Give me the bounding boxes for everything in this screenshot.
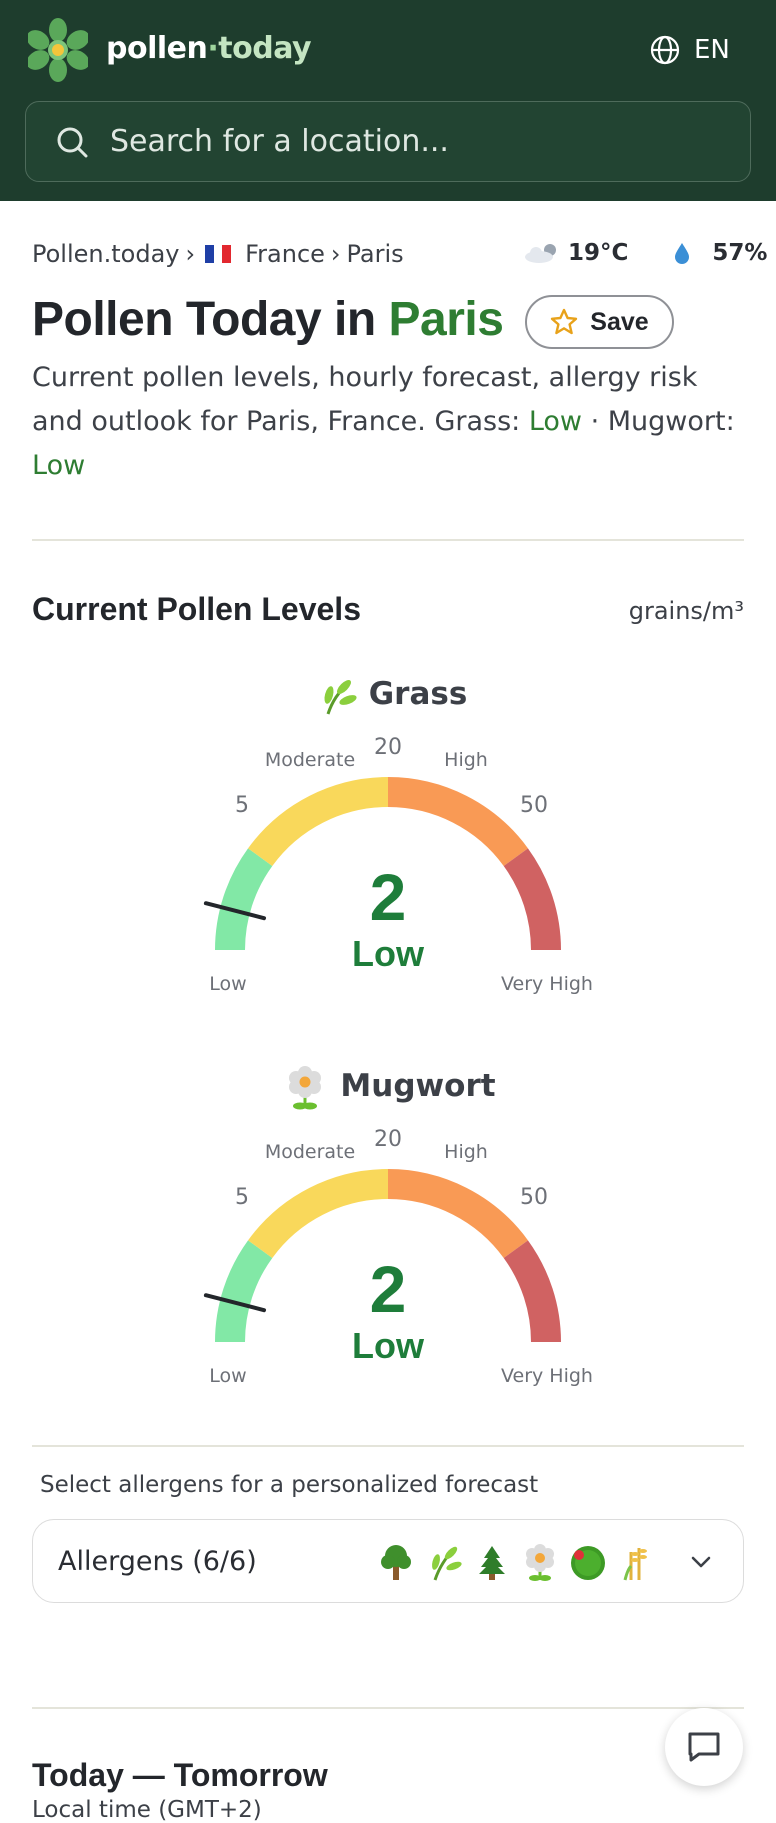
gauge-tick-20: 20: [374, 1127, 402, 1152]
gauge-label-high: High: [444, 749, 488, 771]
breadcrumb-city: Paris: [346, 240, 404, 268]
gauge-label-high: High: [444, 1141, 488, 1163]
gauge-tick-20: 20: [374, 735, 402, 760]
page-title-prefix: Pollen Today in: [32, 293, 376, 346]
language-selector[interactable]: EN: [650, 30, 730, 70]
brand-part-1: pollen: [106, 31, 208, 66]
breadcrumb-home-link[interactable]: Pollen.today: [32, 240, 179, 268]
pine-icon: [479, 1546, 505, 1580]
temperature: 19°C: [568, 240, 629, 266]
gauge-label-low: Low: [209, 973, 246, 995]
chat-button[interactable]: [665, 1708, 743, 1786]
current-weather: 19°C 57%: [524, 240, 767, 266]
gauge-segment-moderate: [248, 777, 389, 867]
description-mid: · Mugwort:: [582, 406, 735, 437]
section-divider: [32, 539, 744, 541]
page-description: Current pollen levels, hourly forecast, …: [32, 356, 752, 488]
breadcrumb: Pollen.today › France › Paris: [32, 240, 404, 268]
grass-gauge: Grass 20 Moderate High 5 50 Low Very Hig…: [200, 670, 600, 1010]
gauge-label-very-high: Very High: [501, 1365, 593, 1387]
gauge-segment-low: [215, 1240, 273, 1343]
allergens-dropdown[interactable]: Allergens (6/6): [32, 1519, 744, 1603]
globe-icon: [650, 35, 680, 65]
brand-name[interactable]: pollen·today: [106, 26, 312, 72]
brand-separator: ·: [207, 31, 219, 66]
gauge-label-moderate: Moderate: [265, 749, 355, 771]
gauge-title: Grass: [369, 676, 468, 712]
ragweed-icon: [623, 1548, 647, 1581]
mugwort-flower-icon: [289, 1066, 321, 1110]
allergens-summary: Allergens (6/6): [58, 1545, 257, 1577]
search-input[interactable]: [108, 123, 712, 160]
olive-icon: [571, 1546, 605, 1580]
allergen-select-label: Select allergens for a personalized fore…: [40, 1472, 539, 1498]
brand-part-2: today: [218, 31, 312, 66]
search-icon: [57, 127, 88, 157]
units-label: grains/m³: [628, 597, 744, 625]
gauge-segment-high: [387, 1169, 528, 1259]
save-button-label: Save: [590, 307, 649, 336]
page-title: Pollen Today in Paris: [32, 290, 504, 350]
humidity: 57%: [712, 240, 768, 266]
gauge-segment-very-high: [503, 848, 561, 951]
search-box[interactable]: [25, 101, 751, 182]
gauge-level: Low: [352, 1325, 425, 1366]
gauge-level: Low: [352, 933, 425, 974]
gauge-title: Mugwort: [340, 1068, 495, 1104]
save-button[interactable]: Save: [525, 295, 674, 349]
page-title-city: Paris: [388, 293, 504, 346]
gauge-segment-moderate: [248, 1169, 389, 1259]
pollen-flower-logo-icon[interactable]: [28, 16, 88, 84]
breadcrumb-separator: ›: [330, 240, 341, 268]
gauge-segment-low: [215, 848, 273, 951]
partly-cloudy-icon: [525, 244, 556, 263]
section-divider: [32, 1445, 744, 1447]
gauge-tick-50: 50: [520, 1185, 548, 1210]
current-levels-heading: Current Pollen Levels: [32, 591, 361, 627]
language-code: EN: [694, 35, 730, 65]
star-icon: [551, 308, 578, 335]
mugwort-gauge: Mugwort 20 Moderate High 5 50 Low Very H…: [200, 1062, 600, 1402]
chevron-down-icon: [691, 1556, 711, 1568]
gauge-tick-5: 5: [235, 793, 249, 818]
local-time-label: Local time (GMT+2): [32, 1797, 262, 1823]
description-grass-level: Low: [528, 406, 583, 437]
breadcrumb-country-link[interactable]: France: [245, 240, 325, 268]
description-mugwort-level: Low: [32, 450, 86, 481]
tree-icon: [381, 1545, 411, 1580]
gauge-label-moderate: Moderate: [265, 1141, 355, 1163]
france-flag-icon: [205, 245, 232, 263]
gauge-value: 2: [370, 860, 407, 934]
today-tomorrow-heading: Today — Tomorrow: [32, 1757, 328, 1793]
grass-icon: [432, 1546, 462, 1581]
section-divider: [32, 1707, 744, 1709]
gauge-tick-50: 50: [520, 793, 548, 818]
gauge-label-low: Low: [209, 1365, 246, 1387]
chat-bubble-icon: [688, 1732, 720, 1762]
mugwort-flower-icon: [526, 1544, 554, 1581]
gauge-value: 2: [370, 1252, 407, 1326]
gauge-label-very-high: Very High: [501, 973, 593, 995]
gauge-tick-5: 5: [235, 1185, 249, 1210]
breadcrumb-separator: ›: [185, 240, 196, 268]
app-header: pollen·today EN: [0, 0, 776, 201]
gauge-segment-high: [387, 777, 528, 867]
grass-leaf-icon: [324, 680, 357, 715]
gauge-segment-very-high: [503, 1240, 561, 1343]
humidity-drop-icon: [675, 243, 690, 264]
